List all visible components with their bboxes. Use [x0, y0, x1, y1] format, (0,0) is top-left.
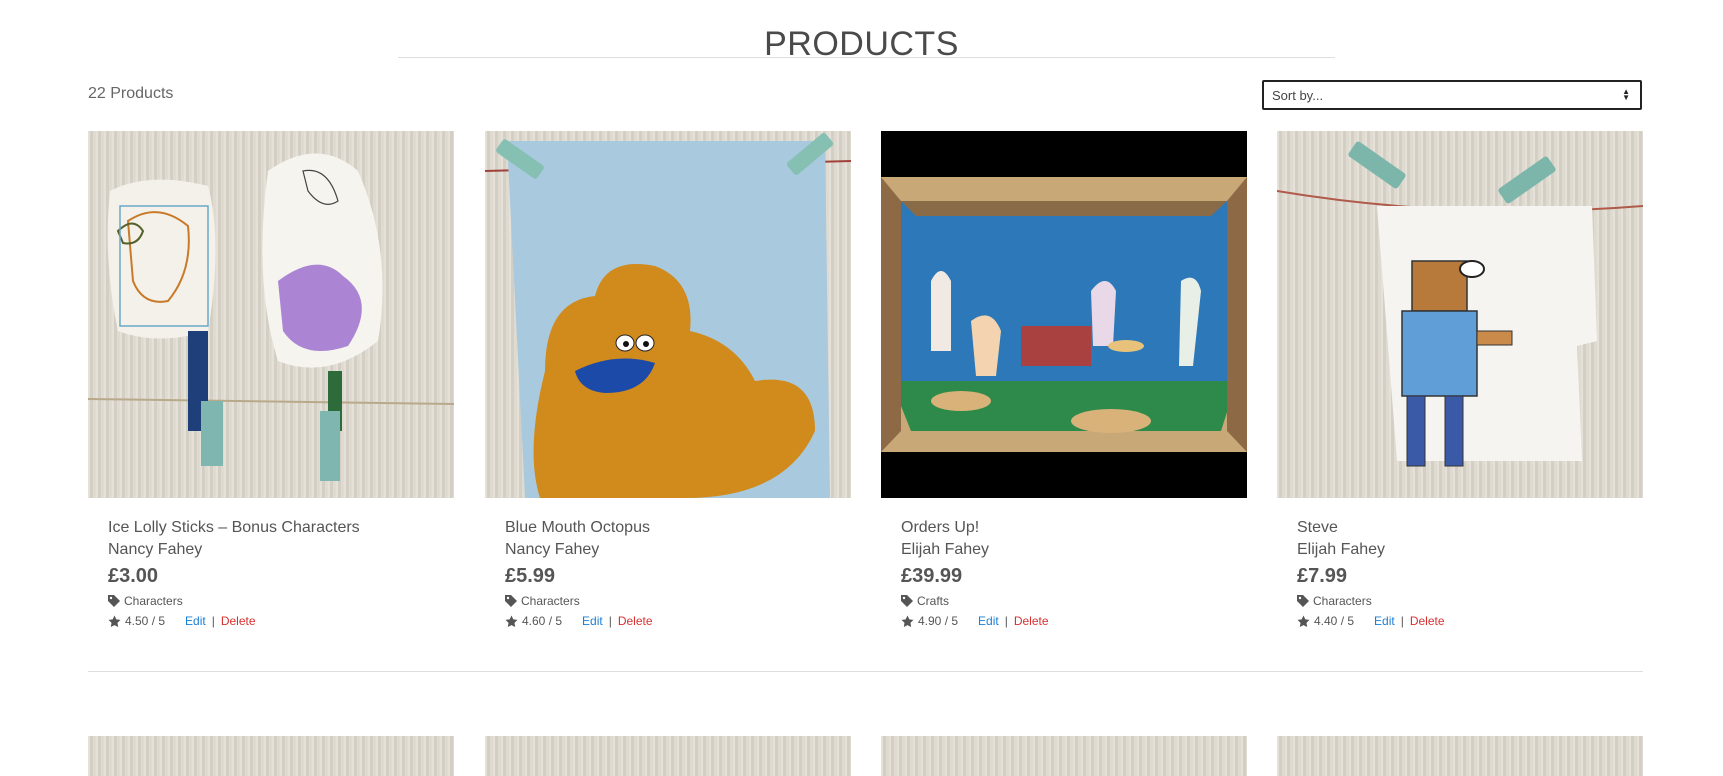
category-label[interactable]: Characters — [1313, 594, 1372, 608]
product-meta: 4.90 / 5 Edit | Delete — [901, 614, 1227, 628]
octopus-artwork — [485, 133, 851, 498]
link-separator: | — [1004, 614, 1008, 628]
product-name[interactable]: Steve — [1297, 519, 1623, 537]
product-price: £3.00 — [108, 565, 159, 587]
tag-icon — [901, 595, 913, 607]
category-label[interactable]: Characters — [124, 594, 183, 608]
sort-select[interactable]: Sort by... ▲ ▼ — [1262, 80, 1642, 110]
star-icon — [505, 615, 518, 627]
sort-select-value: Sort by... — [1272, 87, 1324, 103]
category-label[interactable]: Crafts — [917, 594, 949, 608]
delete-link[interactable]: Delete — [618, 614, 653, 628]
star-icon — [901, 615, 914, 627]
product-price: £7.99 — [1297, 565, 1348, 587]
diorama-artwork — [881, 177, 1247, 452]
product-card[interactable]: Blue Mouth Octopus Nancy Fahey £5.99 Cha… — [485, 131, 851, 628]
title-divider — [398, 57, 1335, 58]
product-card[interactable]: Ice Lolly Sticks – Bonus Characters Nanc… — [88, 131, 454, 628]
product-artist: Elijah Fahey — [1297, 541, 1386, 558]
product-price: £39.99 — [901, 565, 963, 587]
category-label[interactable]: Characters — [521, 594, 580, 608]
product-price: £5.99 — [505, 565, 556, 587]
product-image-next-row[interactable] — [881, 736, 1247, 776]
product-meta: 4.40 / 5 Edit | Delete — [1297, 614, 1623, 628]
product-image-next-row[interactable] — [88, 736, 454, 776]
product-meta: 4.60 / 5 Edit | Delete — [505, 614, 831, 628]
product-name[interactable]: Orders Up! — [901, 519, 1227, 537]
product-image[interactable] — [485, 131, 851, 498]
product-rating: 4.90 / 5 — [918, 614, 959, 628]
ice-lolly-artwork — [88, 153, 454, 481]
product-category[interactable]: Characters — [108, 594, 434, 608]
product-card[interactable]: Steve Elijah Fahey £7.99 Characters 4.40… — [1277, 131, 1643, 628]
row-divider — [88, 671, 1643, 672]
steve-artwork — [1277, 141, 1643, 467]
product-image-next-row[interactable] — [485, 736, 851, 776]
delete-link[interactable]: Delete — [1410, 614, 1445, 628]
product-meta: 4.50 / 5 Edit | Delete — [108, 614, 434, 628]
products-page: PRODUCTS 22 Products Sort by... ▲ ▼ Ice … — [0, 0, 1723, 776]
product-image[interactable] — [1277, 131, 1643, 498]
product-name[interactable]: Ice Lolly Sticks – Bonus Characters — [108, 519, 434, 537]
delete-link[interactable]: Delete — [221, 614, 256, 628]
product-rating: 4.50 / 5 — [125, 614, 166, 628]
star-icon — [108, 615, 121, 627]
product-artist: Nancy Fahey — [108, 541, 203, 558]
star-icon — [1297, 615, 1310, 627]
tag-icon — [108, 595, 120, 607]
product-category[interactable]: Characters — [1297, 594, 1623, 608]
product-image[interactable] — [88, 131, 454, 498]
product-count: 22 Products — [88, 85, 174, 102]
edit-link[interactable]: Edit — [185, 614, 206, 628]
delete-link[interactable]: Delete — [1014, 614, 1049, 628]
product-image-next-row[interactable] — [1277, 736, 1643, 776]
tag-icon — [1297, 595, 1309, 607]
product-card[interactable]: Orders Up! Elijah Fahey £39.99 Crafts 4.… — [881, 131, 1247, 628]
product-artist: Nancy Fahey — [505, 541, 600, 558]
edit-link[interactable]: Edit — [978, 614, 999, 628]
product-category[interactable]: Crafts — [901, 594, 1227, 608]
link-separator: | — [211, 614, 215, 628]
product-rating: 4.60 / 5 — [522, 614, 563, 628]
edit-link[interactable]: Edit — [1374, 614, 1395, 628]
link-separator: | — [608, 614, 612, 628]
edit-link[interactable]: Edit — [582, 614, 603, 628]
tag-icon — [505, 595, 517, 607]
link-separator: | — [1400, 614, 1404, 628]
product-name[interactable]: Blue Mouth Octopus — [505, 519, 831, 537]
sort-arrows-icon: ▲ ▼ — [1622, 87, 1630, 102]
product-artist: Elijah Fahey — [901, 541, 990, 558]
product-rating: 4.40 / 5 — [1314, 614, 1355, 628]
product-category[interactable]: Characters — [505, 594, 831, 608]
product-image[interactable] — [881, 131, 1247, 498]
